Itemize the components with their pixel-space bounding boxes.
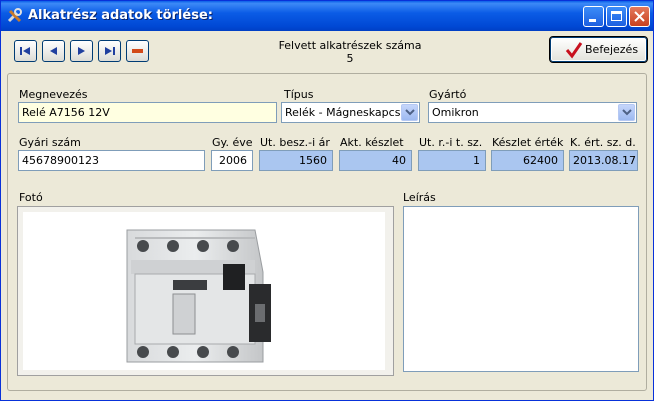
first-icon <box>20 47 30 55</box>
name-label: Megnevezés <box>19 88 88 101</box>
chevron-down-icon <box>622 109 632 116</box>
description-textarea[interactable] <box>403 206 639 372</box>
type-dropdown-button[interactable] <box>401 104 418 121</box>
year-field[interactable]: 2006 <box>211 150 253 171</box>
stock-value-field: 62400 <box>491 150 564 171</box>
maximize-button[interactable] <box>606 6 627 27</box>
last-price-field: 1560 <box>259 150 333 171</box>
finish-button[interactable]: Befejezés <box>549 36 648 63</box>
next-icon <box>78 47 85 55</box>
year-label: Gy. éve <box>212 136 253 149</box>
record-count-label: Felvett alkatrészek száma <box>278 39 422 52</box>
checkmark-icon <box>565 42 583 59</box>
chevron-down-icon <box>405 109 415 116</box>
description-label: Leírás <box>403 191 436 204</box>
finish-button-label: Befejezés <box>585 43 639 56</box>
stock-date-label: K. ért. sz. d. <box>570 136 636 149</box>
maximize-icon <box>611 11 622 21</box>
manufacturer-select-value: Omikron <box>432 106 479 119</box>
serial-field[interactable]: 45678900123 <box>18 150 205 171</box>
next-record-button[interactable] <box>70 40 93 62</box>
record-count: Felvett alkatrészek száma 5 <box>245 39 455 65</box>
photo-canvas <box>23 212 385 370</box>
name-field[interactable]: Relé A7156 12V <box>18 102 277 123</box>
stock-date-field: 2013.08.17 <box>569 150 638 171</box>
minimize-icon <box>589 19 596 22</box>
close-button[interactable] <box>629 6 650 27</box>
minus-icon <box>132 49 143 53</box>
type-label: Típus <box>284 88 314 101</box>
record-count-value: 5 <box>346 52 354 65</box>
photo-frame[interactable] <box>17 206 394 376</box>
manufacturer-label: Gyártó <box>429 88 467 101</box>
minimize-button[interactable] <box>583 6 604 27</box>
last-order-label: Ut. r.-i t. sz. <box>419 136 483 149</box>
last-order-field: 1 <box>418 150 486 171</box>
stock-value-label: Készlet érték <box>492 136 564 149</box>
last-record-button[interactable] <box>98 40 121 62</box>
toolbar: Felvett alkatrészek száma 5 Befejezés <box>5 32 651 70</box>
close-icon <box>634 11 645 22</box>
manufacturer-select[interactable]: Omikron <box>428 102 637 123</box>
stock-field: 40 <box>339 150 412 171</box>
serial-label: Gyári szám <box>19 136 81 149</box>
previous-icon <box>50 47 57 55</box>
last-price-label: Ut. besz.-i ár <box>260 136 330 149</box>
type-select-value: Relék - Mágneskapcs. <box>285 106 404 119</box>
stock-label: Akt. készlet <box>340 136 404 149</box>
breaker-photo <box>126 229 271 363</box>
title-bar[interactable]: Alkatrész adatok törlése: <box>1 1 653 31</box>
type-select[interactable]: Relék - Mágneskapcs. <box>281 102 420 123</box>
last-icon <box>105 47 115 55</box>
manufacturer-dropdown-button[interactable] <box>618 104 635 121</box>
previous-record-button[interactable] <box>42 40 65 62</box>
first-record-button[interactable] <box>14 40 37 62</box>
window-title: Alkatrész adatok törlése: <box>28 8 213 23</box>
delete-part-window: Alkatrész adatok törlése: Felvett alkatr… <box>0 0 654 401</box>
photo-label: Fotó <box>19 191 43 204</box>
tools-icon <box>7 8 22 23</box>
delete-record-button[interactable] <box>126 40 149 62</box>
